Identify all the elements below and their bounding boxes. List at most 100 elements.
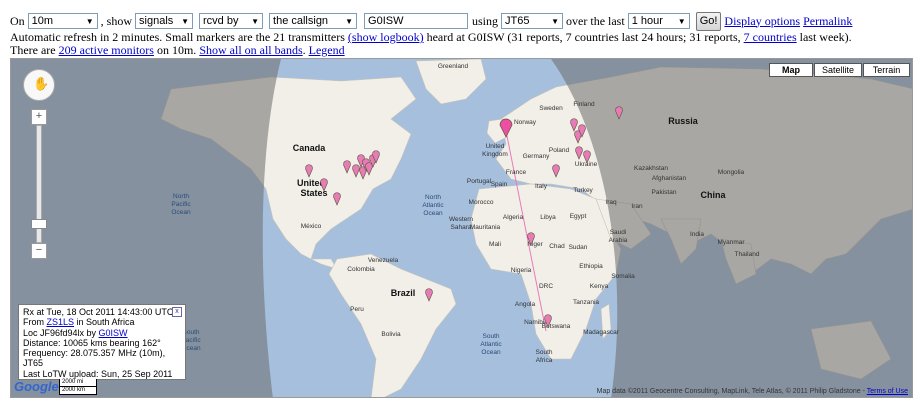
map-label: Myanmar: [717, 239, 745, 246]
map-label: Tanzania: [573, 299, 599, 306]
map-label: Atlantic: [480, 341, 502, 348]
callsign-input[interactable]: G0ISW: [364, 13, 469, 29]
map-label: Spain: [491, 181, 508, 188]
map-type-map-button[interactable]: Map: [769, 63, 813, 77]
map-label: Algeria: [503, 214, 524, 221]
map-label: North: [173, 193, 189, 200]
map-label: Kazakhstan: [634, 165, 668, 172]
map-label: Russia: [668, 116, 699, 126]
show-label: , show: [100, 13, 133, 28]
map-label: DRC: [539, 283, 553, 290]
on-label: On: [10, 13, 25, 28]
map-label: Kingdom: [482, 151, 508, 158]
close-icon[interactable]: x: [172, 307, 182, 317]
chevron-down-icon: ▼: [345, 16, 354, 26]
direction-select[interactable]: rcvd by ▼: [199, 13, 264, 29]
what-select[interactable]: signals ▼: [135, 13, 194, 29]
map-label: Sudan: [569, 244, 588, 251]
map-label: Botswana: [542, 323, 571, 330]
show-all-bands-link[interactable]: Show all on all bands: [199, 43, 302, 57]
map-label: Nigeria: [511, 267, 532, 274]
chevron-down-icon: ▼: [85, 16, 94, 26]
map-label: Angola: [515, 301, 536, 308]
map-label: Greenland: [438, 63, 469, 70]
map-label: Canada: [293, 143, 327, 153]
map-label: Italy: [535, 183, 548, 190]
map-label: México: [301, 223, 322, 230]
info-lotw: Last LoTW upload: Sun, 25 Sep 2011: [23, 368, 173, 379]
map-copyright: Map data ©2011 Geocentre Consulting, Map…: [596, 388, 908, 395]
map-label: Egypt: [570, 213, 587, 220]
legend-link[interactable]: Legend: [309, 43, 345, 57]
map-label: Ethiopia: [579, 263, 603, 270]
map-label: Ocean: [171, 209, 191, 216]
map-label: Kenya: [590, 283, 609, 290]
map-label: Peru: [350, 306, 364, 313]
zoom-in-button[interactable]: +: [31, 109, 47, 125]
google-logo[interactable]: Google: [14, 379, 59, 394]
map-label: South: [536, 349, 553, 356]
scale-bar: 2000 mi 2000 km: [59, 379, 97, 395]
map-label: Afghanistan: [652, 175, 687, 182]
map-label: Western: [449, 216, 473, 223]
map-type-terrain-button[interactable]: Terrain: [863, 63, 910, 77]
map-label: Thailand: [735, 251, 760, 258]
zoom-out-button[interactable]: −: [31, 243, 47, 259]
target-select[interactable]: the callsign ▼: [269, 13, 358, 29]
go-button[interactable]: Go!: [695, 11, 722, 31]
map-label: Germany: [523, 153, 550, 160]
band-select[interactable]: 10m ▼: [27, 13, 98, 29]
countries-link[interactable]: 7 countries: [744, 30, 797, 44]
map-label: Africa: [536, 357, 553, 364]
scale-miles: 2000 mi: [59, 379, 97, 387]
period-select[interactable]: 1 hour ▼: [627, 13, 690, 29]
pan-control[interactable]: ✋: [23, 69, 55, 101]
map-label: Iraq: [605, 199, 617, 206]
permalink-link[interactable]: Permalink: [803, 14, 852, 29]
map-label: North: [425, 194, 441, 201]
map-label: Chad: [549, 243, 565, 250]
info-distance: Distance: 10065 kms bearing 162°: [23, 337, 161, 348]
map-label: Colombia: [347, 266, 375, 273]
scale-km: 2000 km: [59, 387, 97, 395]
map-label: Saudi: [610, 229, 627, 236]
show-logbook-link[interactable]: (show logbook): [348, 30, 424, 44]
map-label: Somalia: [611, 273, 635, 280]
world-map[interactable]: Greenland Canada United States North Pacific O…: [10, 58, 913, 398]
map-label: Mali: [489, 241, 501, 248]
map-label: Ukraine: [575, 161, 598, 168]
info-locator: Loc JF96fd94lx by G0ISW: [23, 327, 128, 338]
by-callsign-link[interactable]: G0ISW: [99, 328, 128, 338]
map-label: Madagascar: [583, 329, 620, 336]
chevron-down-icon: ▼: [251, 16, 260, 26]
map-label: Turkey: [573, 187, 593, 194]
map-label: Iran: [631, 203, 643, 210]
zoom-slider-handle[interactable]: [31, 219, 47, 229]
map-label: United: [486, 143, 505, 150]
display-options-link[interactable]: Display options: [724, 14, 800, 29]
map-label: Mauritania: [470, 224, 501, 231]
active-monitors-link[interactable]: 209 active monitors: [59, 43, 154, 57]
map-label: Finland: [573, 101, 595, 108]
map-label: Morocco: [469, 199, 494, 206]
hand-icon: ✋: [33, 76, 50, 91]
over-label: over the last: [566, 13, 625, 28]
map-label: Poland: [549, 147, 570, 154]
info-window: x Rx at Tue, 18 Oct 2011 14:43:00 UTC Fr…: [18, 304, 186, 380]
map-label: Norway: [514, 119, 537, 126]
chevron-down-icon: ▼: [677, 16, 686, 26]
map-type-satellite-button[interactable]: Satellite: [814, 63, 862, 77]
terms-of-use-link[interactable]: Terms of Use: [867, 388, 908, 395]
map-label: Arabia: [609, 237, 628, 244]
map-label: Brazil: [391, 288, 416, 298]
monitors-status: There are 209 active monitors on 10m. Sh…: [10, 43, 345, 57]
map-label: France: [506, 169, 527, 176]
map-label: Atlantic: [422, 202, 444, 209]
info-rx-time: Rx at Tue, 18 Oct 2011 14:43:00 UTC: [23, 307, 174, 317]
from-callsign-link[interactable]: ZS1LS: [47, 317, 75, 327]
map-label: India: [690, 231, 704, 238]
chevron-down-icon: ▼: [551, 16, 560, 26]
mode-select[interactable]: JT65 ▼: [501, 13, 564, 29]
map-label: Sahara: [451, 224, 472, 231]
map-label: Portugal: [467, 178, 492, 185]
